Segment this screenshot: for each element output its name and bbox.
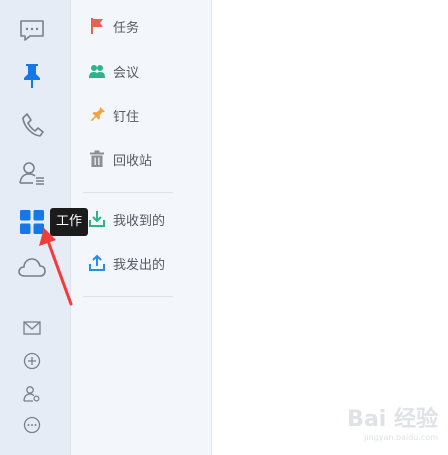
menu-item-sent[interactable]: 我发出的 [87, 250, 197, 276]
pin-icon[interactable] [17, 61, 47, 91]
menu-item-label: 我收到的 [113, 213, 166, 229]
menu-item-meetings[interactable]: 会议 [87, 58, 197, 84]
watermark-logo: Bai 经验 jingyan.baidu.com [338, 401, 438, 442]
mail-icon[interactable] [21, 317, 43, 339]
menu-item-tasks[interactable]: 任务 [87, 13, 197, 39]
menu-item-label: 钉住 [113, 109, 140, 125]
plus-circle-icon[interactable] [21, 350, 43, 372]
menu-item-recycle-bin[interactable]: 回收站 [87, 146, 197, 172]
work-menu: 任务 会议 钉住 回收站 我收到的 我发出的 [71, 0, 212, 455]
menu-item-pinned[interactable]: 钉住 [87, 102, 197, 128]
message-icon[interactable] [17, 16, 47, 46]
pin-icon [87, 105, 107, 125]
download-icon [87, 209, 107, 229]
menu-divider [83, 296, 173, 297]
watermark-text: Bai 经验 [347, 407, 438, 432]
menu-item-label: 我发出的 [113, 257, 166, 273]
main-content [212, 0, 448, 455]
trash-icon [87, 149, 107, 169]
menu-item-label: 会议 [113, 65, 140, 81]
phone-icon[interactable] [17, 110, 47, 140]
menu-item-label: 任务 [113, 20, 140, 36]
menu-divider [83, 192, 173, 193]
cloud-icon[interactable] [17, 253, 47, 283]
more-icon[interactable] [21, 414, 43, 436]
meeting-icon [87, 61, 107, 81]
upload-icon [87, 253, 107, 273]
contacts-icon[interactable] [17, 158, 47, 188]
user-settings-icon[interactable] [21, 383, 43, 405]
work-tooltip: 工作 [50, 208, 88, 236]
menu-item-label: 回收站 [113, 153, 153, 169]
menu-item-received[interactable]: 我收到的 [87, 206, 197, 232]
flag-icon [87, 16, 107, 36]
watermark-url: jingyan.baidu.com [364, 433, 438, 442]
work-grid-icon[interactable] [17, 207, 47, 237]
